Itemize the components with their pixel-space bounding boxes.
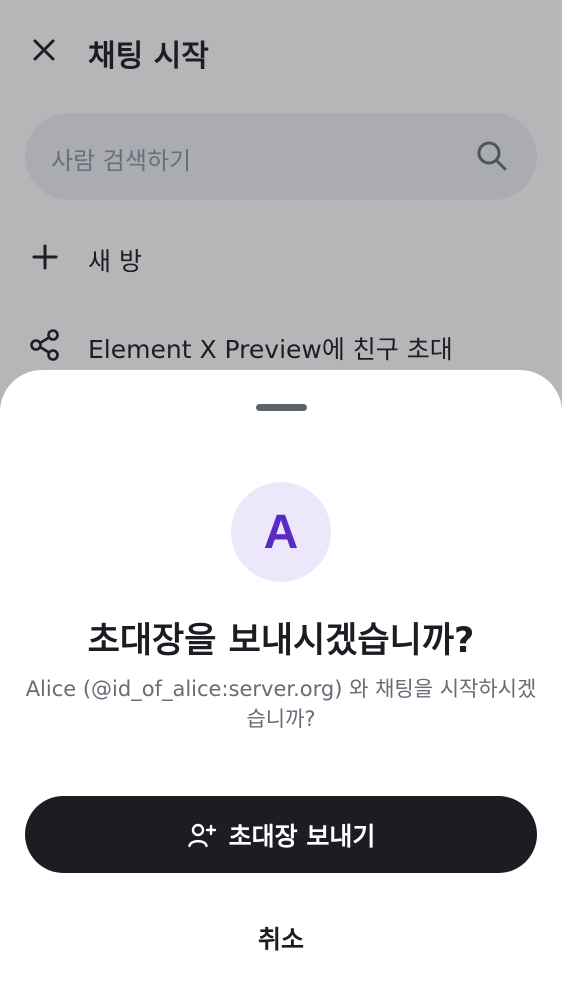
cancel-button[interactable]: 취소 — [0, 908, 562, 968]
avatar-initial: A — [263, 505, 299, 559]
send-invite-button[interactable]: 초대장 보내기 — [25, 796, 537, 873]
invite-bottom-sheet: A 초대장을 보내시겠습니까? Alice (@id_of_alice:serv… — [0, 370, 562, 1000]
sheet-description: Alice (@id_of_alice:server.org) 와 채팅을 시작… — [25, 677, 537, 731]
send-invite-label: 초대장 보내기 — [228, 821, 376, 851]
sheet-title: 초대장을 보내시겠습니까? — [87, 621, 475, 661]
drag-handle[interactable] — [256, 404, 307, 411]
avatar: A — [231, 482, 331, 582]
add-user-icon — [187, 823, 216, 847]
cancel-label: 취소 — [257, 925, 304, 954]
